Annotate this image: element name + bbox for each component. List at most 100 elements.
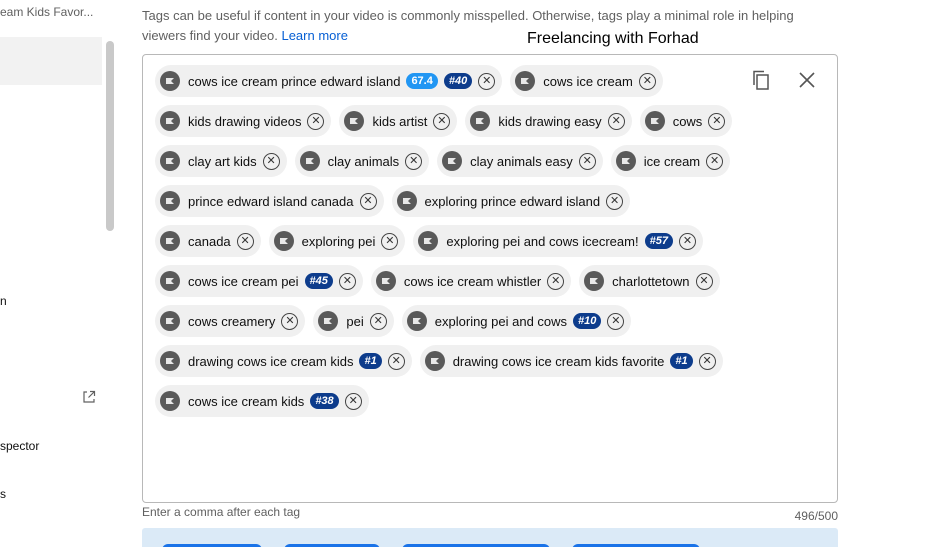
external-link-icon[interactable] bbox=[82, 390, 96, 404]
remove-tag-icon[interactable]: ✕ bbox=[698, 352, 716, 370]
tag-rank-badge: #45 bbox=[304, 273, 333, 289]
tag-label: charlottetown bbox=[612, 273, 690, 289]
remove-tag-icon[interactable]: ✕ bbox=[606, 192, 624, 210]
tag-label: cows creamery bbox=[188, 313, 276, 329]
tag-box-actions bbox=[751, 69, 817, 91]
tag-avatar-icon bbox=[584, 271, 605, 291]
remove-tag-icon[interactable]: ✕ bbox=[678, 232, 696, 250]
tag-chip[interactable]: cows ✕ bbox=[639, 105, 733, 137]
tag-avatar-icon bbox=[318, 311, 339, 331]
remove-tag-icon[interactable]: ✕ bbox=[262, 152, 280, 170]
remove-tag-icon[interactable]: ✕ bbox=[638, 72, 656, 90]
tag-chip[interactable]: clay animals ✕ bbox=[294, 145, 430, 177]
tag-chip[interactable]: cows ice cream kids #38 ✕ bbox=[155, 385, 369, 417]
tag-chip[interactable]: drawing cows ice cream kids favorite #1 ✕ bbox=[419, 345, 723, 377]
tag-rank-badge: 67.4 bbox=[406, 73, 438, 89]
tag-list: cows ice cream prince edward island 67.4 #… bbox=[155, 65, 735, 417]
remove-tag-icon[interactable]: ✕ bbox=[708, 112, 726, 130]
remove-tag-icon[interactable]: ✕ bbox=[547, 272, 565, 290]
tag-chip[interactable]: kids artist ✕ bbox=[339, 105, 458, 137]
remove-tag-icon[interactable]: ✕ bbox=[387, 352, 405, 370]
tag-avatar-icon bbox=[375, 271, 396, 291]
video-title[interactable]: eam Kids Favor... bbox=[0, 5, 100, 19]
tag-label: cows ice cream prince edward island bbox=[188, 73, 401, 89]
tag-chip[interactable]: charlottetown ✕ bbox=[579, 265, 720, 297]
tag-avatar-icon bbox=[160, 111, 180, 131]
tag-avatar-icon bbox=[406, 311, 427, 331]
tag-chip[interactable]: cows ice cream ✕ bbox=[510, 65, 663, 97]
remove-tag-icon[interactable]: ✕ bbox=[338, 272, 356, 290]
remove-tag-icon[interactable]: ✕ bbox=[607, 112, 625, 130]
tags-input-box[interactable]: cows ice cream prince edward island 67.4 #… bbox=[142, 54, 838, 503]
tag-chip[interactable]: canada ✕ bbox=[155, 225, 261, 257]
tag-chip[interactable]: exploring pei ✕ bbox=[268, 225, 406, 257]
tag-avatar-icon bbox=[273, 231, 294, 251]
remove-tag-icon[interactable]: ✕ bbox=[478, 72, 496, 90]
remove-tag-icon[interactable]: ✕ bbox=[307, 112, 325, 130]
tags-hint: Enter a comma after each tag bbox=[142, 505, 301, 519]
tag-label: exploring pei and cows icecream! bbox=[446, 233, 639, 249]
tag-rank-badge: #10 bbox=[573, 313, 602, 329]
tag-chip[interactable]: exploring pei and cows icecream! #57 ✕ bbox=[413, 225, 703, 257]
remove-tag-icon[interactable]: ✕ bbox=[381, 232, 399, 250]
tag-chip[interactable]: cows ice cream pei #45 ✕ bbox=[155, 265, 363, 297]
tag-avatar-icon bbox=[442, 151, 463, 171]
tag-chip[interactable]: cows ice cream whistler ✕ bbox=[370, 265, 572, 297]
left-sidebar: eam Kids Favor... n spector s bbox=[0, 0, 115, 547]
tag-chip[interactable]: clay art kids ✕ bbox=[155, 145, 287, 177]
remove-tag-icon[interactable]: ✕ bbox=[607, 312, 625, 330]
tag-chip[interactable]: ice cream ✕ bbox=[610, 145, 731, 177]
tag-label: canada bbox=[188, 233, 231, 249]
sidebar-selected-item[interactable] bbox=[0, 37, 102, 85]
watermark-text: Freelancing with Forhad bbox=[527, 30, 699, 47]
tags-help-text: Tags can be useful if content in your vi… bbox=[142, 6, 822, 46]
close-icon[interactable] bbox=[797, 69, 817, 91]
tag-avatar-icon bbox=[160, 311, 180, 331]
tag-chip[interactable]: cows ice cream prince edward island 67.4 #… bbox=[155, 65, 503, 97]
sidebar-item-inspector[interactable]: spector bbox=[0, 439, 39, 453]
remove-tag-icon[interactable]: ✕ bbox=[344, 392, 362, 410]
tag-chip[interactable]: kids drawing easy ✕ bbox=[465, 105, 632, 137]
tag-label: kids drawing easy bbox=[498, 113, 602, 129]
remove-tag-icon[interactable]: ✕ bbox=[578, 152, 596, 170]
tag-label: cows ice cream whistler bbox=[403, 273, 542, 289]
sidebar-item-partial-2[interactable]: s bbox=[0, 487, 6, 501]
tag-label: prince edward island canada bbox=[188, 193, 354, 209]
tag-label: cows ice cream kids bbox=[188, 393, 305, 409]
remove-tag-icon[interactable]: ✕ bbox=[236, 232, 254, 250]
remove-tag-icon[interactable]: ✕ bbox=[695, 272, 713, 290]
tag-chip[interactable]: drawing cows ice cream kids #1 ✕ bbox=[155, 345, 412, 377]
tag-chip[interactable]: pei ✕ bbox=[313, 305, 394, 337]
tag-avatar-icon bbox=[470, 111, 491, 131]
tag-avatar-icon bbox=[160, 351, 180, 371]
tag-avatar-icon bbox=[160, 391, 180, 411]
tag-chip[interactable]: prince edward island canada ✕ bbox=[155, 185, 384, 217]
tag-label: exploring prince edward island bbox=[424, 193, 601, 209]
remove-tag-icon[interactable]: ✕ bbox=[281, 312, 299, 330]
tag-label: clay art kids bbox=[188, 153, 257, 169]
remove-tag-icon[interactable]: ✕ bbox=[359, 192, 377, 210]
learn-more-link[interactable]: Learn more bbox=[281, 28, 347, 43]
sidebar-item-partial[interactable]: n bbox=[0, 294, 7, 308]
tag-chip[interactable]: exploring prince edward island ✕ bbox=[391, 185, 631, 217]
tag-label: exploring pei and cows bbox=[434, 313, 568, 329]
remove-tag-icon[interactable]: ✕ bbox=[433, 112, 451, 130]
tag-avatar-icon bbox=[299, 151, 320, 171]
tag-avatar-icon bbox=[615, 151, 636, 171]
tag-avatar-icon bbox=[160, 151, 180, 171]
tag-chip[interactable]: cows creamery ✕ bbox=[155, 305, 306, 337]
tag-label: clay animals bbox=[327, 153, 400, 169]
tag-rank-badge: #38 bbox=[310, 393, 339, 409]
copy-icon[interactable] bbox=[751, 69, 771, 91]
bottom-panel bbox=[142, 528, 838, 547]
remove-tag-icon[interactable]: ✕ bbox=[706, 152, 724, 170]
tag-avatar-icon bbox=[160, 71, 180, 91]
tag-chip[interactable]: exploring pei and cows #10 ✕ bbox=[401, 305, 632, 337]
tag-label: kids artist bbox=[372, 113, 428, 129]
remove-tag-icon[interactable]: ✕ bbox=[369, 312, 387, 330]
tag-chip[interactable]: kids drawing videos ✕ bbox=[155, 105, 332, 137]
tag-chip[interactable]: clay animals easy ✕ bbox=[437, 145, 603, 177]
sidebar-scrollbar[interactable] bbox=[106, 41, 114, 231]
tag-avatar-icon bbox=[644, 111, 665, 131]
remove-tag-icon[interactable]: ✕ bbox=[405, 152, 423, 170]
